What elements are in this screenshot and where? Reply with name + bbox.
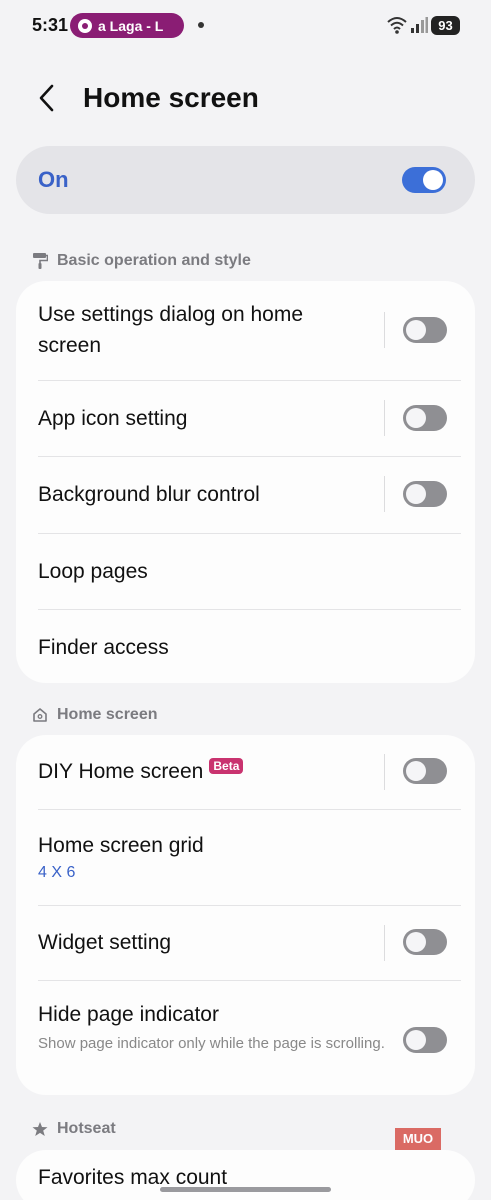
setting-title: App icon setting: [38, 407, 188, 430]
master-toggle-label: On: [38, 167, 69, 192]
settings-dialog-toggle[interactable]: [403, 317, 447, 343]
hotseat-settings-card: Favorites max count: [16, 1150, 475, 1200]
setting-row-app-icon[interactable]: App icon setting: [16, 381, 475, 456]
diy-home-toggle[interactable]: [403, 758, 447, 784]
setting-row-home-grid[interactable]: Home screen grid 4 X 6: [16, 810, 475, 905]
battery-icon: 93: [431, 16, 460, 35]
signal-icon: [411, 17, 428, 33]
media-pill[interactable]: a Laga - L: [70, 13, 184, 38]
section-header-basic: Basic operation and style: [32, 252, 251, 270]
divider-vertical: [384, 754, 385, 790]
hide-page-indicator-toggle[interactable]: [403, 1027, 447, 1053]
star-icon: [32, 1122, 48, 1136]
basic-settings-card: Use settings dialog on home screen App i…: [16, 281, 475, 683]
home-indicator[interactable]: [160, 1187, 331, 1192]
setting-description: Show page indicator only while the page …: [38, 1035, 385, 1052]
chevron-left-icon: [39, 84, 54, 112]
setting-title: Home screen grid: [38, 834, 204, 857]
setting-title: Hide page indicator: [38, 1003, 219, 1026]
section-header-label: Home screen: [57, 706, 158, 723]
page-title: Home screen: [83, 82, 259, 113]
watermark-logo: MUO: [395, 1128, 441, 1150]
setting-row-background-blur[interactable]: Background blur control: [16, 457, 475, 533]
divider-vertical: [384, 925, 385, 961]
setting-row-loop-pages[interactable]: Loop pages: [16, 534, 475, 609]
status-time: 5:31: [32, 15, 69, 35]
setting-title: Widget setting: [38, 931, 172, 954]
divider-vertical: [384, 312, 385, 348]
home-icon: [33, 708, 47, 722]
home-settings-card: DIY Home screen Beta Home screen grid 4 X…: [16, 735, 475, 1095]
section-header-home: Home screen: [32, 706, 158, 724]
setting-title: DIY Home screen Beta: [38, 756, 244, 787]
setting-row-favorites-max[interactable]: Favorites max count: [16, 1150, 475, 1200]
media-title: a Laga - L: [98, 17, 164, 34]
divider-vertical: [384, 400, 385, 436]
setting-title: Finder access: [38, 636, 169, 659]
setting-title: Loop pages: [38, 560, 148, 583]
diy-home-title: DIY Home screen: [38, 760, 204, 783]
setting-row-settings-dialog[interactable]: Use settings dialog on home screen: [16, 281, 475, 380]
beta-badge: Beta: [209, 758, 244, 774]
setting-row-widget[interactable]: Widget setting: [16, 906, 475, 980]
setting-title: Use settings dialog on home screen: [38, 303, 303, 357]
setting-row-finder-access[interactable]: Finder access: [16, 610, 475, 683]
section-header-label: Basic operation and style: [57, 252, 251, 269]
master-toggle-row[interactable]: On: [16, 146, 475, 214]
media-icon: [78, 18, 92, 33]
notification-dot-icon: [198, 22, 204, 28]
section-header-label: Hotseat: [57, 1120, 116, 1137]
setting-row-diy-home[interactable]: DIY Home screen Beta: [16, 735, 475, 809]
status-bar: 5:31 a Laga - L 93: [0, 0, 491, 52]
master-toggle-switch[interactable]: [402, 167, 446, 193]
setting-title: Background blur control: [38, 483, 260, 506]
divider-vertical: [384, 476, 385, 512]
app-icon-toggle[interactable]: [403, 405, 447, 431]
background-blur-toggle[interactable]: [403, 481, 447, 507]
home-grid-value: 4 X 6: [38, 864, 76, 881]
section-header-hotseat: Hotseat: [32, 1120, 116, 1138]
wifi-icon: [387, 17, 407, 34]
setting-row-hide-page-indicator[interactable]: Hide page indicator Show page indicator …: [16, 981, 475, 1095]
paint-roller-icon: [33, 253, 48, 269]
back-button[interactable]: [30, 80, 66, 116]
widget-setting-toggle[interactable]: [403, 929, 447, 955]
